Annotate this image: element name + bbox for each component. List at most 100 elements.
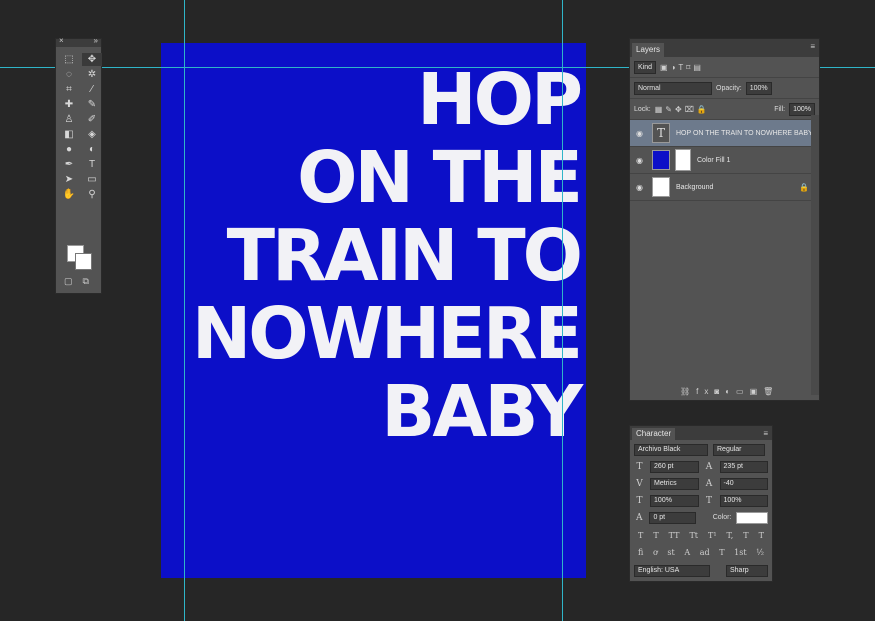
underline-button[interactable]: T xyxy=(743,531,748,540)
blend-mode-select[interactable]: Normal xyxy=(634,81,712,95)
crop-tool-icon[interactable]: ⌗ xyxy=(59,83,79,96)
healing-tool-icon[interactable]: ✚ xyxy=(59,98,79,111)
close-icon[interactable]: × xyxy=(59,36,64,45)
stamp-tool-icon[interactable]: ♙ xyxy=(59,113,79,126)
layer-mask-thumbnail xyxy=(675,149,691,171)
eye-icon[interactable]: ◉ xyxy=(636,156,648,165)
layers-panel: Layers ≡ Kind ▣◑T⌑▤ Normal Opacity: 100%… xyxy=(629,38,820,401)
ligatures-button[interactable]: fi xyxy=(638,548,643,557)
headline-line-3: TRAIN TO xyxy=(226,214,583,297)
leading-field[interactable]: 235 pt xyxy=(719,460,768,473)
paint-bucket-tool-icon[interactable]: ◈ xyxy=(82,128,102,141)
panel-menu-icon[interactable]: ≡ xyxy=(810,42,815,51)
size-row: T 260 pt A 235 pt xyxy=(630,459,772,474)
lock-row: Lock: ▦✎✥⌧🔒 Fill: 100% xyxy=(630,99,819,120)
tools-panel-header[interactable]: × » xyxy=(56,36,101,47)
font-family-select[interactable]: Archivo Black xyxy=(634,443,708,456)
dodge-tool-icon[interactable]: ◐ xyxy=(82,143,102,156)
collapse-icon[interactable]: » xyxy=(94,36,98,45)
layers-scrollbar[interactable] xyxy=(811,115,819,395)
lasso-tool-icon[interactable]: ◌ xyxy=(59,68,79,81)
brush-tool-icon[interactable]: ✎ xyxy=(82,98,102,111)
color-fill-thumbnail xyxy=(652,150,670,170)
tracking-field[interactable]: -40 xyxy=(719,477,768,490)
background-color-swatch[interactable] xyxy=(75,253,92,270)
ordinals-button[interactable]: 1st xyxy=(734,548,746,557)
layers-tab[interactable]: Layers xyxy=(632,43,665,57)
layers-tabbar: Layers ≡ xyxy=(630,39,819,57)
language-row: English: USA Sharp xyxy=(630,563,772,578)
contextual-alternates-button[interactable]: ơ xyxy=(653,548,658,557)
font-size-field[interactable]: 260 pt xyxy=(650,460,699,473)
layer-row-text[interactable]: ◉ T HOP ON THE TRAIN TO NOWHERE BABY xyxy=(630,120,819,147)
horizontal-scale-field[interactable]: 100% xyxy=(719,494,768,507)
stylistic-alternates-button[interactable]: ad xyxy=(700,548,710,557)
blur-tool-icon[interactable]: ● xyxy=(59,143,79,156)
magic-wand-tool-icon[interactable]: ✲ xyxy=(82,68,102,81)
baseline-shift-field[interactable]: 0 pt xyxy=(649,511,696,524)
eyedropper-tool-icon[interactable]: ⁄ xyxy=(82,83,102,96)
strikethrough-button[interactable]: T xyxy=(759,531,764,540)
layer-row-color-fill[interactable]: ◉ Color Fill 1 xyxy=(630,147,819,174)
headline-text[interactable]: HOP ON THE TRAIN TO NOWHERE BABY xyxy=(192,61,583,451)
hand-tool-icon[interactable]: ✋ xyxy=(59,188,79,201)
marquee-tool-icon[interactable]: ⬚ xyxy=(59,53,79,66)
subscript-button[interactable]: T, xyxy=(727,531,734,540)
character-tab[interactable]: Character xyxy=(632,428,676,440)
faux-italic-button[interactable]: T xyxy=(653,531,658,540)
eye-icon[interactable]: ◉ xyxy=(636,183,648,192)
character-tabbar: Character ≡ xyxy=(630,426,772,440)
layers-footer-icons[interactable]: ⛓fx◙◐▭▣🗑 xyxy=(680,387,779,396)
lock-icon: 🔒 xyxy=(799,182,809,192)
guide-vertical-left-overlay xyxy=(184,0,185,621)
fill-label: Fill: xyxy=(774,105,786,113)
eraser-tool-icon[interactable]: ◧ xyxy=(59,128,79,141)
all-caps-button[interactable]: TT xyxy=(669,531,680,540)
layer-row-background[interactable]: ◉ Background 🔒 xyxy=(630,174,819,201)
kerning-icon: V xyxy=(636,478,643,489)
layer-name: HOP ON THE TRAIN TO NOWHERE BABY xyxy=(676,129,813,137)
lock-icons[interactable]: ▦✎✥⌧🔒 xyxy=(655,105,710,114)
tool-grid: ⬚ ✥ ◌ ✲ ⌗ ⁄ ✚ ✎ ♙ ✐ ◧ ◈ ● ◐ ✒ T ➤ ▭ ✋ ⚲ xyxy=(56,47,102,201)
small-caps-button[interactable]: Tt xyxy=(689,531,698,540)
pen-tool-icon[interactable]: ✒ xyxy=(59,158,79,171)
tools-panel: × » ⬚ ✥ ◌ ✲ ⌗ ⁄ ✚ ✎ ♙ ✐ ◧ ◈ ● ◐ ✒ T ➤ ▭ … xyxy=(55,36,102,294)
text-color-swatch[interactable] xyxy=(736,511,768,524)
leading-icon: A xyxy=(705,461,713,472)
font-style-select[interactable]: Regular xyxy=(713,443,765,456)
color-label: Color: xyxy=(712,514,732,521)
history-brush-tool-icon[interactable]: ✐ xyxy=(82,113,102,126)
font-size-icon: T xyxy=(636,461,643,472)
move-tool-icon[interactable]: ✥ xyxy=(82,53,102,66)
language-select[interactable]: English: USA xyxy=(634,564,710,577)
antialias-select[interactable]: Sharp xyxy=(726,564,768,577)
vertical-scale-icon: T xyxy=(636,495,643,506)
layer-name: Background xyxy=(676,183,714,191)
quick-mask-icons[interactable]: ▢ ⧉ xyxy=(64,276,89,287)
titling-alternates-button[interactable]: T xyxy=(719,548,724,557)
superscript-button[interactable]: T¹ xyxy=(708,531,717,540)
kerning-field[interactable]: Metrics xyxy=(650,477,699,490)
opentype-buttons: fi ơ st A ad T 1st ½ xyxy=(630,546,772,559)
swash-button[interactable]: A xyxy=(684,548,690,557)
character-panel: Character ≡ Archivo Black Regular T 260 … xyxy=(629,425,773,582)
zoom-tool-icon[interactable]: ⚲ xyxy=(82,188,102,201)
opacity-field[interactable]: 100% xyxy=(745,81,772,95)
filter-icons[interactable]: ▣◑T⌑▤ xyxy=(660,63,704,72)
vertical-scale-field[interactable]: 100% xyxy=(650,494,699,507)
filter-kind-select[interactable]: Kind xyxy=(634,60,657,74)
path-select-tool-icon[interactable]: ➤ xyxy=(59,173,79,186)
faux-bold-button[interactable]: T xyxy=(638,531,643,540)
eye-icon[interactable]: ◉ xyxy=(636,129,648,138)
document-canvas[interactable]: HOP ON THE TRAIN TO NOWHERE BABY xyxy=(161,43,586,578)
type-tool-icon[interactable]: T xyxy=(82,158,102,171)
background-thumbnail xyxy=(652,177,670,197)
fill-field[interactable]: 100% xyxy=(789,102,815,116)
guide-vertical-right-overlay xyxy=(562,0,563,621)
panel-menu-icon[interactable]: ≡ xyxy=(763,429,768,438)
discretionary-ligatures-button[interactable]: st xyxy=(667,548,674,557)
fractions-button[interactable]: ½ xyxy=(756,548,764,557)
tracking-icon: A xyxy=(705,478,713,489)
opacity-label: Opacity: xyxy=(716,84,742,92)
shape-tool-icon[interactable]: ▭ xyxy=(82,173,102,186)
